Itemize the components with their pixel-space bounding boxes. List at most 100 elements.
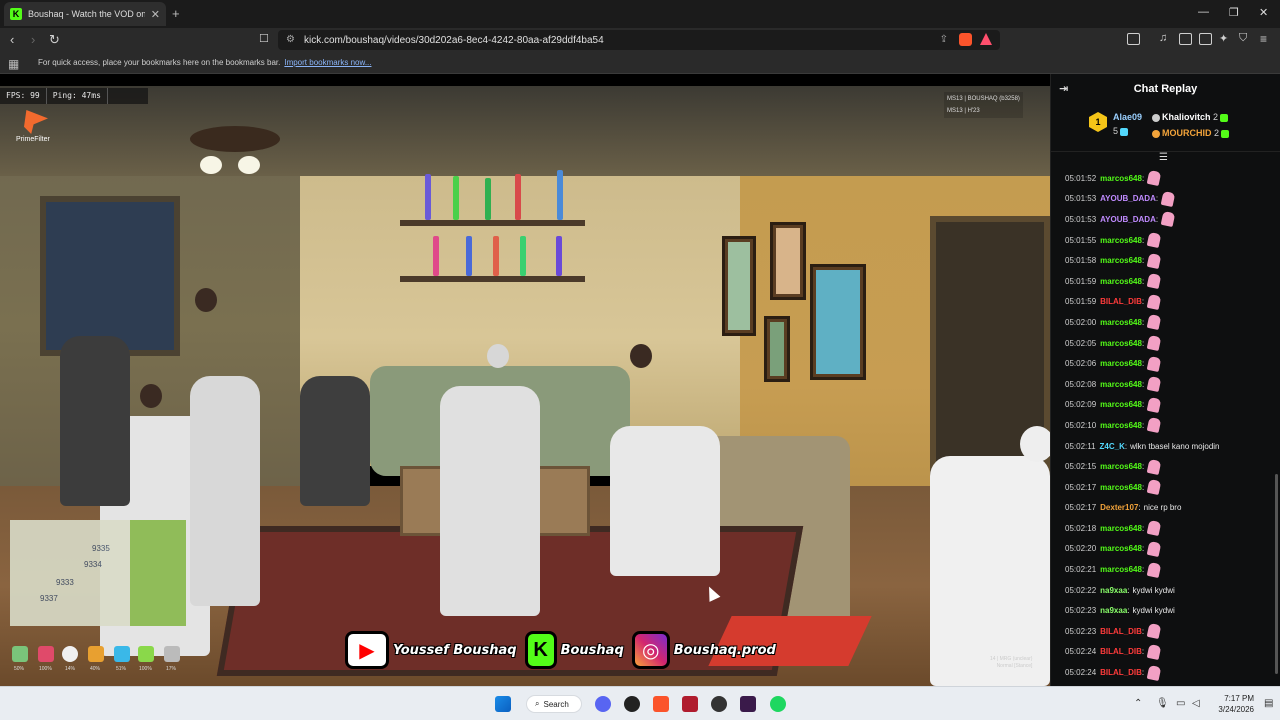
taskbar-search[interactable]: ⌕ Search xyxy=(526,695,582,713)
emote-icon xyxy=(1146,314,1162,331)
message-separator: : xyxy=(1141,338,1145,348)
message-username[interactable]: marcos648 xyxy=(1100,400,1142,409)
message-username[interactable]: marcos648 xyxy=(1100,359,1142,368)
hud-line-2: MS13 | H'23 xyxy=(947,108,980,114)
message-username[interactable]: marcos648 xyxy=(1100,174,1142,183)
message-username[interactable]: marcos648 xyxy=(1100,544,1142,553)
bookmark-icon[interactable]: ☐ xyxy=(259,32,269,45)
message-username[interactable]: marcos648 xyxy=(1100,462,1142,471)
message-username[interactable]: BILAL_DIB xyxy=(1100,297,1142,306)
site-info-icon[interactable]: ⚙ xyxy=(286,34,295,45)
message-username[interactable]: marcos648 xyxy=(1100,318,1142,327)
status-pct-1: 50% xyxy=(14,666,25,672)
wallet-icon[interactable] xyxy=(1199,33,1212,45)
leader-first-name[interactable]: Alae09 xyxy=(1113,112,1142,122)
message-username[interactable]: marcos648 xyxy=(1100,277,1142,286)
start-icon[interactable] xyxy=(495,696,511,712)
emote-icon xyxy=(1146,231,1162,249)
forward-icon[interactable]: › xyxy=(31,32,35,47)
browser-tab[interactable]: K Boushaq - Watch the VOD on Kick ✕ xyxy=(4,2,166,26)
panel-icon[interactable] xyxy=(1179,33,1192,45)
sidebar-icon[interactable] xyxy=(1127,33,1140,45)
url-text: kick.com/boushaq/videos/30d202a6-8ec4-42… xyxy=(304,34,604,46)
leader-third[interactable]: MOURCHID 2 xyxy=(1152,128,1230,138)
message-timestamp: 05:02:06 xyxy=(1065,359,1097,369)
tray-chevron-icon[interactable]: ⌃ xyxy=(1134,698,1142,709)
brave-shields-icon[interactable] xyxy=(959,33,972,46)
message-separator: : xyxy=(1155,214,1159,224)
message-timestamp: 05:02:23 xyxy=(1065,606,1097,616)
message-username[interactable]: na9xaa xyxy=(1100,586,1127,595)
close-window-icon[interactable]: ✕ xyxy=(1259,6,1268,19)
video-player[interactable]: FPS: 99 Ping: 47ms PrimeFilter MS13 | BO… xyxy=(0,74,1050,686)
message-separator: : xyxy=(1141,235,1145,245)
message-username[interactable]: marcos648 xyxy=(1100,524,1142,533)
hud-stance: 14 | MRG (unclear) Normal [Stance] xyxy=(990,656,1032,670)
bookmarks-bar: ▦ For quick access, place your bookmarks… xyxy=(0,52,1280,74)
chat-message: 05:02:15 marcos648: xyxy=(1065,456,1280,477)
minimize-icon[interactable]: — xyxy=(1198,6,1209,18)
primefilter-logo: PrimeFilter xyxy=(16,110,56,154)
taskbar-clock[interactable]: 7:17 PM 3/24/2026 xyxy=(1210,693,1254,715)
message-username[interactable]: Z4C_K xyxy=(1100,442,1125,451)
message-separator: : xyxy=(1141,482,1145,492)
message-username[interactable]: AYOUB_DADA xyxy=(1100,194,1156,203)
back-icon[interactable]: ‹ xyxy=(10,32,14,47)
restore-icon[interactable]: ❐ xyxy=(1229,6,1239,19)
new-tab-icon[interactable]: + xyxy=(172,6,180,21)
notifications-icon[interactable]: ▤ xyxy=(1264,698,1273,709)
message-timestamp: 05:02:22 xyxy=(1065,585,1097,595)
message-username[interactable]: marcos648 xyxy=(1100,380,1142,389)
import-bookmarks-link[interactable]: Import bookmarks now... xyxy=(284,58,371,67)
message-separator: : xyxy=(1141,523,1145,533)
message-username[interactable]: BILAL_DIB xyxy=(1100,668,1142,677)
message-username[interactable]: na9xaa xyxy=(1100,606,1127,615)
leader-second[interactable]: Khaliovitch 2 xyxy=(1152,112,1229,122)
message-username[interactable]: marcos648 xyxy=(1100,565,1142,574)
browser-tab-strip: K Boushaq - Watch the VOD on Kick ✕ + — … xyxy=(0,0,1280,28)
chat-message: 05:02:17 Dexter107: nice rp bro xyxy=(1065,498,1280,519)
message-timestamp: 05:02:09 xyxy=(1065,400,1097,410)
chat-filter-icon[interactable]: ☰ xyxy=(1159,152,1168,163)
message-username[interactable]: marcos648 xyxy=(1100,421,1142,430)
tab-close-icon[interactable]: ✕ xyxy=(151,8,160,21)
message-username[interactable]: marcos648 xyxy=(1100,236,1142,245)
collapse-chat-icon[interactable]: ⇥ xyxy=(1059,82,1068,95)
address-bar[interactable]: ⚙ kick.com/boushaq/videos/30d202a6-8ec4-… xyxy=(278,30,1000,50)
message-username[interactable]: marcos648 xyxy=(1100,256,1142,265)
fps-counter: FPS: 99 Ping: 47ms xyxy=(0,88,148,104)
message-separator: : xyxy=(1141,256,1145,266)
emote-icon xyxy=(1146,643,1162,661)
microphone-icon[interactable]: 🎙 xyxy=(1156,698,1169,709)
github-icon[interactable] xyxy=(624,696,640,712)
chat-message: 05:02:06 marcos648: xyxy=(1065,353,1280,374)
message-username[interactable]: marcos648 xyxy=(1100,339,1142,348)
message-text: kydwi kydwi xyxy=(1132,585,1175,595)
message-timestamp: 05:02:10 xyxy=(1065,420,1097,430)
leo-ai-icon[interactable]: ✦ xyxy=(1219,32,1228,45)
chat-scrollbar[interactable] xyxy=(1275,474,1278,674)
obs-icon[interactable] xyxy=(711,696,727,712)
capcut-icon[interactable] xyxy=(740,696,756,712)
chat-message: 05:02:10 marcos648: xyxy=(1065,415,1280,436)
apps-grid-icon[interactable]: ▦ xyxy=(8,57,19,71)
brave-rewards-icon[interactable] xyxy=(980,33,992,45)
media-icon[interactable]: ♫ xyxy=(1159,32,1167,44)
brave-browser-icon[interactable] xyxy=(653,696,669,712)
network-icon[interactable]: ▭ xyxy=(1176,698,1185,709)
emote-icon xyxy=(1146,479,1162,496)
share-icon[interactable]: ⇪ xyxy=(940,34,948,45)
message-username[interactable]: BILAL_DIB xyxy=(1100,647,1142,656)
acrobat-icon[interactable] xyxy=(682,696,698,712)
message-username[interactable]: AYOUB_DADA xyxy=(1100,215,1156,224)
message-username[interactable]: marcos648 xyxy=(1100,483,1142,492)
message-username[interactable]: BILAL_DIB xyxy=(1100,627,1142,636)
volume-icon[interactable]: ◁ xyxy=(1192,698,1200,709)
menu-icon[interactable]: ≡ xyxy=(1260,32,1267,46)
discord-icon[interactable] xyxy=(595,696,611,712)
message-username[interactable]: Dexter107 xyxy=(1100,503,1138,512)
stamina-icon xyxy=(138,646,154,662)
vpn-shield-icon[interactable]: ⛉ xyxy=(1239,32,1247,45)
spotify-icon[interactable] xyxy=(770,696,786,712)
reload-icon[interactable]: ↻ xyxy=(49,32,60,48)
